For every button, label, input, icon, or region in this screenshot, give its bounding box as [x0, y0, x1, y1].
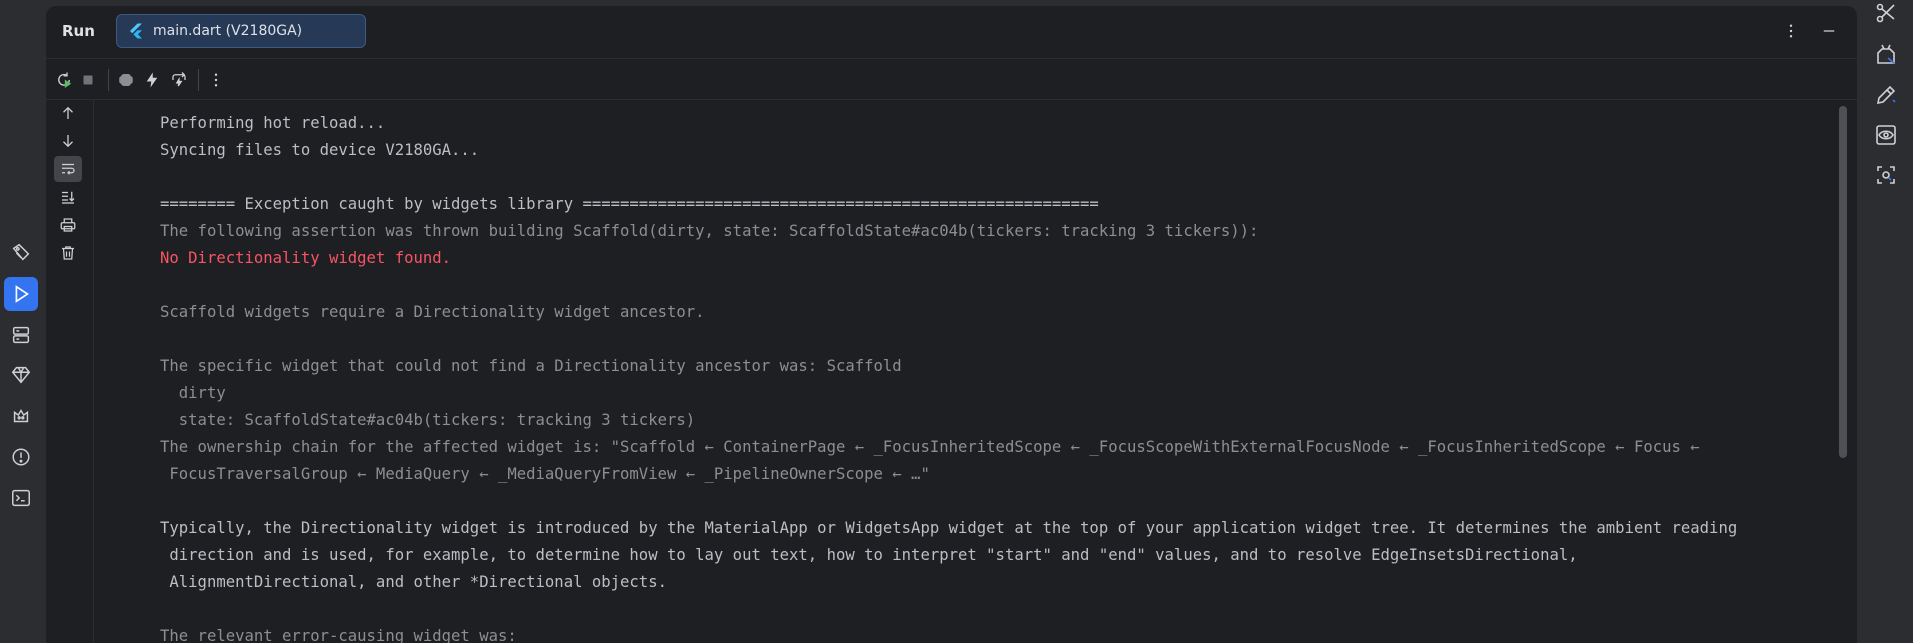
console-side-tools	[46, 100, 94, 643]
tab-main-dart[interactable]: main.dart (V2180GA)	[116, 14, 366, 48]
console-line: The following assertion was thrown build…	[160, 222, 1259, 240]
panel-header: Run main.dart (V2180GA)	[46, 6, 1857, 58]
toolbar-more-icon[interactable]	[204, 68, 228, 92]
terminal-icon[interactable]	[4, 481, 38, 515]
problems-icon[interactable]	[4, 440, 38, 474]
console-scrollbar[interactable]	[1839, 106, 1847, 458]
panel-title: Run	[62, 22, 95, 40]
print-icon[interactable]	[54, 212, 82, 238]
console-output[interactable]: Performing hot reload... Syncing files to…	[94, 100, 1827, 643]
inspect-icon[interactable]	[1871, 160, 1901, 190]
console-line: Typically, the Directionality widget is …	[160, 519, 1738, 537]
rerun-icon[interactable]	[52, 68, 76, 92]
flutter-icon	[127, 22, 145, 40]
arrow-up-icon[interactable]	[54, 100, 82, 126]
hot-restart-icon[interactable]	[167, 68, 191, 92]
console-line: state: ScaffoldState#ac04b(tickers: trac…	[160, 411, 696, 429]
tab-label: main.dart (V2180GA)	[153, 23, 303, 39]
console-line: The specific widget that could not find …	[160, 357, 902, 375]
run-tool-icon[interactable]	[4, 277, 38, 311]
build-variants-icon[interactable]	[4, 236, 38, 270]
flutter-tools-icon[interactable]	[1871, 0, 1901, 28]
console-line: ======== Exception caught by widgets lib…	[160, 195, 1099, 213]
console-line: direction and is used, for example, to d…	[160, 546, 1578, 564]
device-manager-icon[interactable]	[1871, 40, 1901, 70]
app-inspection-icon[interactable]	[4, 399, 38, 433]
stop-icon[interactable]	[76, 68, 100, 92]
console-line: AlignmentDirectional, and other *Directi…	[160, 573, 667, 591]
pencil-icon[interactable]	[1871, 80, 1901, 110]
console-error-line: No Directionality widget found.	[160, 249, 452, 267]
console-line: Scaffold widgets require a Directionalit…	[160, 303, 705, 321]
console-line: Performing hot reload...	[160, 114, 386, 132]
clear-all-icon[interactable]	[54, 240, 82, 266]
console-line: The relevant error-causing widget was:	[160, 627, 517, 643]
right-tool-strip	[1859, 0, 1913, 643]
console-line: Syncing files to device V2180GA...	[160, 141, 480, 159]
more-options-icon[interactable]	[1781, 20, 1801, 42]
soft-wrap-icon[interactable]	[54, 156, 82, 182]
left-tool-strip	[0, 0, 46, 643]
run-panel: Run main.dart (V2180GA) Performing hot r…	[46, 6, 1857, 643]
toolbar-separator	[108, 69, 109, 91]
toolbar-separator	[198, 69, 199, 91]
run-toolbar	[46, 58, 1857, 100]
gem-icon[interactable]	[4, 358, 38, 392]
arrow-down-icon[interactable]	[54, 128, 82, 154]
eye-icon[interactable]	[1871, 120, 1901, 150]
hot-reload-icon[interactable]	[140, 68, 164, 92]
flutter-inspector-icon[interactable]	[114, 68, 138, 92]
console-line: FocusTraversalGroup ← MediaQuery ← _Medi…	[160, 465, 930, 483]
console-line: dirty	[160, 384, 226, 402]
console-line: The ownership chain for the affected wid…	[160, 438, 1700, 456]
services-icon[interactable]	[4, 318, 38, 352]
minimize-icon[interactable]	[1819, 20, 1839, 42]
scroll-to-end-icon[interactable]	[54, 184, 82, 210]
